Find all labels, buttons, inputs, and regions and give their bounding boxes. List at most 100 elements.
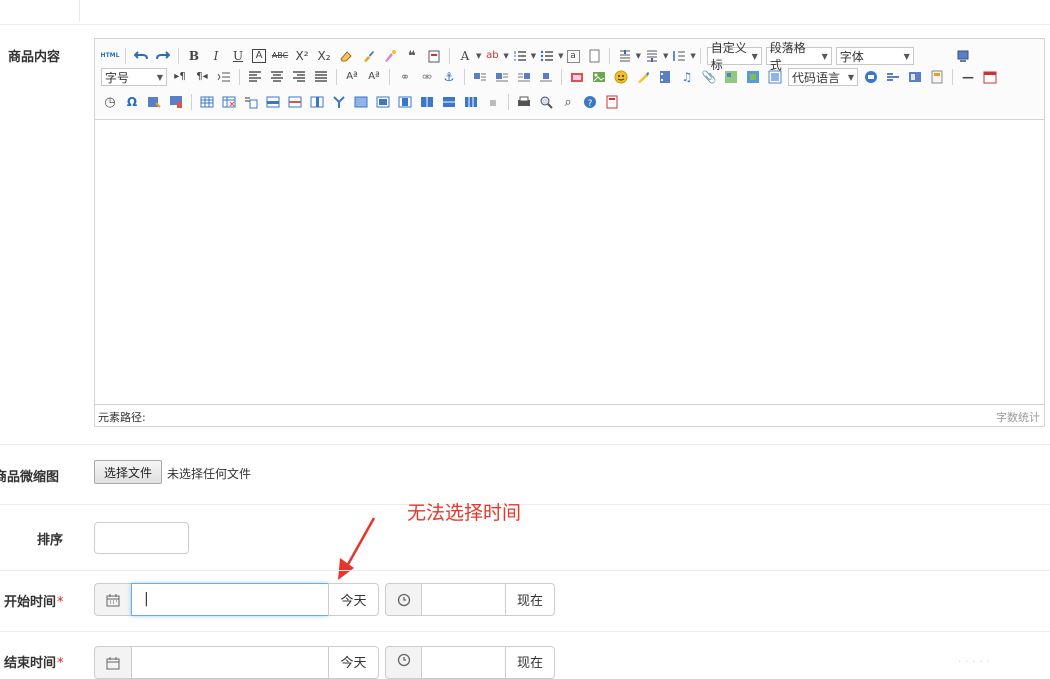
insert-image-icon[interactable] — [591, 69, 607, 85]
indent-icon[interactable] — [216, 69, 232, 85]
unlink-icon[interactable]: ⚮ — [419, 69, 435, 85]
rich-text-editor[interactable]: HTML B I U A ABC X² X₂ ❝ A ▼ ab ▼ ▼ ▼ a ▼ — [94, 38, 1045, 427]
underline-icon[interactable]: U — [230, 48, 246, 64]
highlight-color-icon[interactable]: ab — [484, 48, 500, 64]
page-icon[interactable] — [586, 48, 602, 64]
insert-frame-icon[interactable] — [767, 69, 783, 85]
font-size-combo[interactable]: 字号 ▼ — [101, 68, 167, 86]
emotion-icon[interactable] — [613, 69, 629, 85]
template-alt-icon[interactable] — [929, 69, 945, 85]
rtl-icon[interactable]: ¶◂ — [194, 69, 210, 85]
attachment-icon[interactable]: 📎 — [701, 69, 717, 85]
blockquote-icon[interactable]: ❝ — [404, 48, 420, 64]
start-date-input[interactable]: | — [131, 583, 329, 616]
auto-typeset-icon[interactable] — [382, 48, 398, 64]
end-time-input[interactable] — [421, 646, 506, 679]
subscript-icon[interactable]: X₂ — [316, 48, 332, 64]
font-border-icon[interactable]: A — [252, 49, 266, 63]
bold-icon[interactable]: B — [186, 48, 202, 64]
editor-content-area[interactable] — [95, 120, 1044, 405]
gmap-icon[interactable] — [745, 69, 761, 85]
simple-upload-icon[interactable] — [569, 69, 585, 85]
insert-row-icon[interactable] — [265, 94, 281, 110]
merge-right-icon[interactable] — [375, 94, 391, 110]
drafts-icon[interactable] — [604, 94, 620, 110]
clock-icon[interactable] — [385, 583, 422, 616]
word-count[interactable]: 字数统计 — [996, 409, 1040, 425]
now-button[interactable]: 现在 — [505, 646, 555, 679]
merge-down-icon[interactable] — [397, 94, 413, 110]
image-none-icon[interactable] — [472, 69, 488, 85]
background-icon[interactable] — [907, 69, 923, 85]
date-icon[interactable] — [982, 69, 998, 85]
charts-icon[interactable]: ▪ — [485, 94, 501, 110]
insert-col-icon[interactable] — [309, 94, 325, 110]
today-button[interactable]: 今天 — [328, 583, 379, 616]
fullscreen-a-icon[interactable]: a — [566, 49, 580, 63]
special-chars-icon[interactable]: Ω — [124, 94, 140, 110]
image-right-icon[interactable] — [516, 69, 532, 85]
code-language-combo[interactable]: 代码语言 ▼ — [788, 68, 858, 86]
help-icon[interactable]: ? — [582, 94, 598, 110]
choose-file-button[interactable]: 选择文件 — [94, 460, 162, 484]
calendar-icon[interactable] — [94, 646, 132, 679]
scrawl-icon[interactable] — [635, 69, 651, 85]
ordered-list-icon[interactable] — [512, 48, 528, 64]
end-date-input[interactable] — [131, 646, 329, 679]
uppercase-icon[interactable]: Aª — [344, 69, 360, 85]
calendar-icon[interactable] — [94, 583, 132, 616]
image-center-icon[interactable] — [538, 69, 554, 85]
superscript-icon[interactable]: X² — [294, 48, 310, 64]
now-button[interactable]: 现在 — [505, 583, 555, 616]
image-left-icon[interactable] — [494, 69, 510, 85]
start-time-input[interactable] — [421, 583, 506, 616]
delete-col-icon[interactable] — [331, 94, 347, 110]
horizontal-rule-icon[interactable]: — — [960, 69, 976, 85]
split-rows-icon[interactable] — [441, 94, 457, 110]
delete-row-icon[interactable] — [287, 94, 303, 110]
align-center-icon[interactable] — [269, 69, 285, 85]
search-replace-icon[interactable]: ⌕ — [560, 94, 576, 110]
custom-title-combo[interactable]: 自定义标 ▼ — [706, 41, 762, 72]
format-brush-icon[interactable] — [360, 48, 376, 64]
time-icon[interactable]: ◷ — [102, 94, 118, 110]
ltr-icon[interactable]: ▸¶ — [172, 69, 188, 85]
html-source-icon[interactable]: HTML — [101, 48, 120, 64]
preview-search-icon[interactable] — [538, 94, 554, 110]
music-icon[interactable]: ♫ — [679, 69, 695, 85]
wordimage-icon[interactable] — [146, 94, 162, 110]
delete-table-icon[interactable] — [221, 94, 237, 110]
map-icon[interactable] — [723, 69, 739, 85]
paragraph-format-combo[interactable]: 段落格式 ▼ — [765, 41, 832, 72]
font-color-icon[interactable]: A — [457, 48, 473, 64]
line-height-icon[interactable] — [671, 48, 687, 64]
split-cells-icon[interactable] — [419, 94, 435, 110]
link-icon[interactable]: ⚭ — [397, 69, 413, 85]
insert-video-icon[interactable] — [657, 69, 673, 85]
row-spacing-top-icon[interactable] — [617, 48, 633, 64]
preview-icon[interactable] — [955, 48, 971, 64]
redo-icon[interactable] — [155, 48, 171, 64]
align-right-icon[interactable] — [291, 69, 307, 85]
sort-input[interactable] — [94, 522, 189, 554]
italic-icon[interactable]: I — [208, 48, 224, 64]
anchor-icon[interactable]: ⚓ — [441, 69, 457, 85]
paste-text-icon[interactable] — [426, 48, 442, 64]
template-icon[interactable] — [885, 69, 901, 85]
page-break-icon[interactable] — [863, 69, 879, 85]
undo-icon[interactable] — [133, 48, 149, 64]
merge-cells-icon[interactable] — [353, 94, 369, 110]
align-left-icon[interactable] — [247, 69, 263, 85]
print-icon[interactable] — [516, 94, 532, 110]
lowercase-icon[interactable]: Aª — [366, 69, 382, 85]
split-cols-icon[interactable] — [463, 94, 479, 110]
strikethrough-icon[interactable]: ABC — [272, 48, 288, 64]
eraser-icon[interactable] — [338, 48, 354, 64]
clock-icon[interactable] — [385, 646, 422, 679]
insert-table-icon[interactable] — [199, 94, 215, 110]
align-justify-icon[interactable] — [313, 69, 329, 85]
unordered-list-icon[interactable] — [539, 48, 555, 64]
today-button[interactable]: 今天 — [328, 646, 379, 679]
webapp-icon[interactable] — [168, 94, 184, 110]
row-spacing-bottom-icon[interactable] — [644, 48, 660, 64]
